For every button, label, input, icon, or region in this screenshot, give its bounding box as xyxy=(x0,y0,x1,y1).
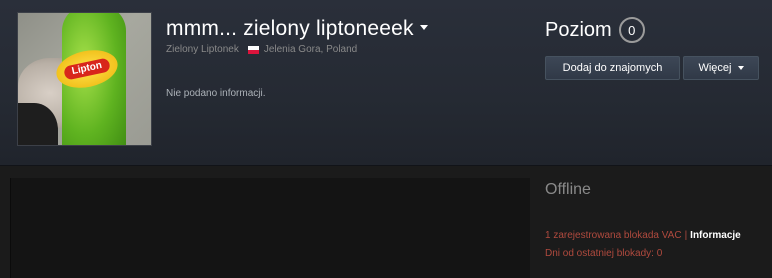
online-status: Offline xyxy=(545,181,591,198)
days-since-ban: Dni od ostatniej blokady: 0 xyxy=(545,248,663,259)
real-name-location: Zielony Liptonek Jelenia Gora, Poland xyxy=(166,44,357,55)
avatar-image: Lipton xyxy=(18,13,151,145)
location: Jelenia Gora, Poland xyxy=(263,44,358,55)
real-name: Zielony Liptonek xyxy=(166,44,239,55)
caret-down-icon xyxy=(737,66,744,70)
level-badge[interactable]: 0 xyxy=(618,17,645,43)
more-button[interactable]: Więcej xyxy=(683,56,759,80)
level-label: Poziom xyxy=(545,18,612,41)
add-friend-button[interactable]: Dodaj do znajomych xyxy=(545,56,680,80)
profile-left-column xyxy=(10,178,530,278)
add-friend-label: Dodaj do znajomych xyxy=(562,62,663,74)
profile-level: Poziom 0 xyxy=(545,17,645,43)
profile-header: Lipton mmm... zielony liptoneeek Zielony… xyxy=(0,0,772,166)
caret-down-icon xyxy=(419,24,428,30)
vac-separator: | xyxy=(684,230,688,241)
profile-content: Offline 1 zarejestrowana blokada VAC | Inf… xyxy=(0,166,772,278)
avatar: Lipton xyxy=(17,12,152,146)
profile-summary: Nie podano informacji. xyxy=(166,88,266,99)
vac-ban-line: 1 zarejestrowana blokada VAC | Informacje xyxy=(545,230,741,241)
more-label: Więcej xyxy=(698,62,732,74)
persona-name-dropdown[interactable]: mmm... zielony liptoneeek xyxy=(166,17,428,41)
poland-flag-icon xyxy=(247,45,259,54)
avatar-logo-text: Lipton xyxy=(63,57,111,81)
vac-info-link[interactable]: Informacje xyxy=(690,230,741,241)
vac-ban-text: 1 zarejestrowana blokada VAC xyxy=(545,230,682,241)
persona-name: mmm... zielony liptoneeek xyxy=(166,17,414,40)
